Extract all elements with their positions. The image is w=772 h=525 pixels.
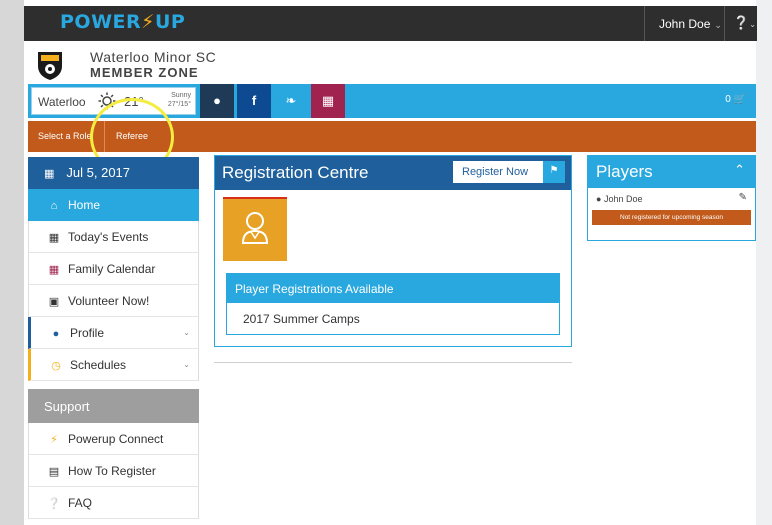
user-menu-button[interactable]: John Doe ⌄ (644, 6, 724, 41)
logo-text-left: POWER (60, 11, 142, 33)
registration-centre-header: Registration Centre Register Now ⚑ (215, 156, 571, 190)
sidebar-item-faq[interactable]: ❔ FAQ (28, 487, 199, 519)
players-panel: Players ⌃ ● John Doe ✎ Not registered fo… (587, 155, 756, 241)
player-avatar-icon (241, 212, 269, 244)
players-title: Players (596, 162, 653, 181)
sidebar-item-powerup-connect[interactable]: ⚡ Powerup Connect (28, 423, 199, 455)
divider (214, 362, 572, 363)
chevron-down-icon: ⌄ (749, 20, 756, 29)
briefcase-icon: ▣ (48, 296, 60, 308)
sidebar-item-volunteer[interactable]: ▣ Volunteer Now! (28, 285, 199, 317)
logo-text-right: UP (155, 11, 186, 33)
website-icon[interactable]: ● (200, 84, 234, 118)
clock-icon: ◷ (51, 360, 61, 372)
bolt-icon: ⚡ (50, 434, 58, 446)
date-header: ▦ Jul 5, 2017 (28, 157, 199, 189)
registration-centre-panel: Registration Centre Register Now ⚑ Playe… (214, 155, 572, 347)
registration-item-summer-camps[interactable]: 2017 Summer Camps (227, 303, 559, 326)
player-registration-tile[interactable] (223, 197, 287, 261)
calendar-icon: ▦ (48, 264, 60, 276)
sidebar-item-profile[interactable]: ● Profile ⌄ (28, 317, 199, 349)
question-icon: ❔ (47, 498, 61, 510)
user-name: John Doe (659, 17, 711, 31)
current-date: Jul 5, 2017 (66, 165, 131, 180)
right-edge-strip (756, 0, 772, 525)
sidebar-item-label: Profile (70, 326, 105, 340)
register-now-label: Register Now (462, 166, 529, 178)
left-edge-strip (0, 0, 24, 525)
sidebar-item-label: Today's Events (68, 230, 149, 244)
member-zone-title: MEMBER ZONE (90, 65, 199, 80)
player-row[interactable]: ● John Doe ✎ (588, 188, 755, 210)
sidebar-item-label: Home (68, 198, 101, 212)
chevron-down-icon: ⌄ (183, 360, 190, 369)
support-header: Support (28, 389, 199, 423)
calendar-icon: ▦ (44, 168, 55, 180)
club-crest-icon (38, 52, 62, 80)
sidebar-item-how-to-register[interactable]: ▤ How To Register (28, 455, 199, 487)
sidebar-item-label: FAQ (68, 496, 93, 510)
user-icon: ● (52, 328, 60, 340)
help-menu-button[interactable]: ❔⌄ (724, 6, 757, 41)
sidebar-item-label: Family Calendar (68, 262, 156, 276)
document-icon: ▤ (48, 466, 60, 478)
top-navbar: POWER⚡UP John Doe ⌄ ❔⌄ (24, 6, 757, 41)
facebook-icon[interactable]: f (237, 84, 271, 118)
calendar-icon: ▦ (48, 232, 60, 244)
player-name: John Doe (603, 194, 643, 204)
sidebar-item-schedules[interactable]: ◷ Schedules ⌄ (28, 349, 199, 381)
basket-icon: 🛒 (733, 94, 746, 105)
bolt-icon: ⚡ (141, 11, 155, 33)
chevron-up-icon[interactable]: ⌃ (734, 162, 745, 178)
sidebar-item-label: Powerup Connect (68, 432, 164, 446)
sidebar-item-label: Volunteer Now! (68, 294, 150, 308)
sidebar-item-label: Schedules (70, 358, 127, 372)
weather-condition-text: Sunny (171, 92, 191, 99)
edit-icon[interactable]: ✎ (739, 192, 747, 203)
calendar-icon[interactable]: ▦ (311, 84, 345, 118)
question-icon: ❔ (733, 15, 750, 30)
registrations-available-title: Player Registrations Available (227, 274, 559, 303)
players-header: Players ⌃ (588, 156, 755, 188)
twitter-icon[interactable]: ❧ (274, 84, 308, 118)
cart-button[interactable]: 0 🛒 (725, 94, 746, 105)
chevron-down-icon: ⌄ (714, 20, 722, 30)
sidebar-item-todays-events[interactable]: ▦ Today's Events (28, 221, 199, 253)
role-label: Select a Role (38, 131, 92, 141)
player-status-badge: Not registered for upcoming season (592, 210, 751, 225)
sidebar-item-family-calendar[interactable]: ▦ Family Calendar (28, 253, 199, 285)
weather-condition: Sunny 27°/15° (168, 91, 191, 109)
powerup-logo[interactable]: POWER⚡UP (60, 11, 185, 33)
user-icon: ● (596, 194, 602, 204)
cart-count: 0 (725, 94, 731, 105)
chevron-down-icon: ⌄ (183, 328, 190, 337)
registration-centre-title: Registration Centre (222, 163, 369, 182)
club-name: Waterloo Minor SC (90, 49, 217, 65)
sidebar: ▦ Jul 5, 2017 ⌂ Home ▦ Today's Events ▦ Fami… (28, 157, 199, 519)
sidebar-item-home[interactable]: ⌂ Home (28, 189, 199, 221)
registrations-available-box: Player Registrations Available 2017 Summ… (226, 273, 560, 335)
home-icon: ⌂ (50, 200, 58, 212)
tag-icon: ⚑ (543, 161, 565, 183)
weather-city: Waterloo (38, 95, 86, 109)
weather-range: 27°/15° (167, 101, 191, 108)
sidebar-item-label: How To Register (68, 464, 156, 478)
register-now-button[interactable]: Register Now ⚑ (453, 161, 565, 183)
